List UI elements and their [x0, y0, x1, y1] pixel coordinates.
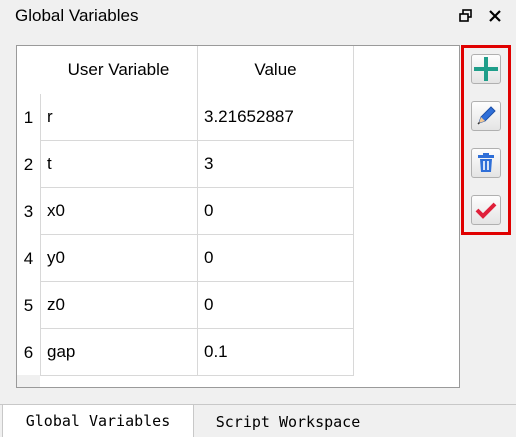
float-window-button[interactable] — [458, 8, 474, 24]
variable-value-cell[interactable]: 3 — [198, 141, 354, 188]
column-header-user-variable[interactable]: User Variable — [40, 46, 198, 94]
variable-name-cell[interactable]: r — [40, 94, 198, 141]
edit-variable-button[interactable] — [471, 101, 501, 131]
trash-icon — [478, 153, 494, 172]
restore-icon — [459, 9, 472, 22]
close-icon — [489, 10, 501, 22]
variable-value-cell[interactable]: 0 — [198, 235, 354, 282]
table-corner — [17, 46, 40, 94]
table-row[interactable]: 2 t 3 — [17, 141, 354, 188]
variable-name-cell[interactable]: gap — [40, 329, 198, 376]
table-row[interactable]: 3 x0 0 — [17, 188, 354, 235]
variable-name-cell[interactable]: t — [40, 141, 198, 188]
variable-name-cell[interactable]: z0 — [40, 282, 198, 329]
row-number: 2 — [23, 154, 34, 174]
row-number: 1 — [23, 107, 34, 127]
delete-variable-button[interactable] — [471, 148, 501, 178]
row-number: 3 — [23, 201, 34, 221]
add-variable-button[interactable] — [471, 54, 501, 84]
table-row[interactable]: 5 z0 0 — [17, 282, 354, 329]
variable-value-cell[interactable]: 0 — [198, 188, 354, 235]
variables-table: User Variable Value 1 r 3.21652887 2 t 3… — [16, 45, 460, 388]
row-number: 6 — [23, 342, 34, 362]
table-row[interactable]: 4 y0 0 — [17, 235, 354, 282]
variable-value-cell[interactable]: 3.21652887 — [198, 94, 354, 141]
column-header-value[interactable]: Value — [198, 46, 354, 94]
tab-script-workspace[interactable]: Script Workspace — [196, 405, 380, 437]
pencil-icon — [477, 106, 496, 125]
table-row[interactable]: 1 r 3.21652887 — [17, 94, 354, 141]
variable-name-cell[interactable]: y0 — [40, 235, 198, 282]
variable-name-cell[interactable]: x0 — [40, 188, 198, 235]
variable-value-cell[interactable]: 0.1 — [198, 329, 354, 376]
tab-bar: Global Variables Script Workspace — [0, 404, 516, 437]
row-number: 4 — [23, 248, 34, 268]
plus-icon — [474, 57, 498, 81]
row-header-filler — [17, 375, 40, 387]
close-button[interactable] — [487, 8, 503, 24]
tab-global-variables[interactable]: Global Variables — [2, 405, 194, 437]
apply-button[interactable] — [471, 195, 501, 225]
variable-toolbar — [461, 45, 511, 235]
row-number: 5 — [23, 295, 34, 315]
checkmark-icon — [475, 202, 497, 219]
table-row[interactable]: 6 gap 0.1 — [17, 329, 354, 376]
panel-title-bar: Global Variables — [0, 0, 516, 32]
variable-value-cell[interactable]: 0 — [198, 282, 354, 329]
panel-title: Global Variables — [15, 6, 139, 25]
